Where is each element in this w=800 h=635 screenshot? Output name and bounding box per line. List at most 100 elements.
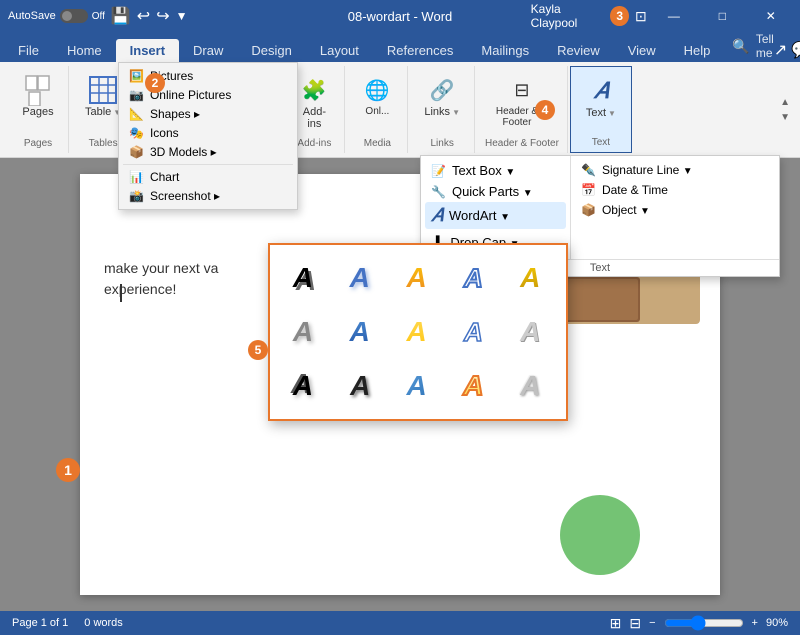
screenshot-item[interactable]: 📸 Screenshot ▸ — [123, 187, 293, 205]
text-group-label: Text — [592, 133, 610, 148]
title-bar-left: AutoSave Off 💾 ↩ ↪ ▼ — [8, 6, 269, 26]
chart-item[interactable]: 📊 Chart — [123, 168, 293, 186]
customize-btn[interactable]: ▼ — [176, 9, 188, 23]
header-footer-icon: ⊟ — [506, 74, 538, 106]
links-btn[interactable]: 🔗 Links ▼ — [418, 70, 466, 122]
badge-3: 3 — [610, 6, 628, 26]
links-label: Links — [424, 106, 450, 118]
3d-models-item[interactable]: 📦 3D Models ▸ — [123, 143, 293, 161]
ribbon-scroll-up[interactable]: ▲ — [780, 95, 790, 110]
layout-btn[interactable]: ⊡ — [635, 8, 647, 25]
links-items: 🔗 Links ▼ — [418, 70, 466, 134]
share-icon[interactable]: ↗ — [774, 40, 787, 60]
ribbon-group-links: 🔗 Links ▼ Links — [410, 66, 475, 153]
autosave-text: AutoSave — [8, 10, 56, 22]
wordart-style-12[interactable]: A — [335, 361, 385, 411]
tab-references[interactable]: References — [373, 39, 467, 62]
online-video-btn[interactable]: 🌐 Onl... — [355, 70, 399, 121]
page-info: Page 1 of 1 — [12, 617, 68, 629]
filename-label: 08-wordart - Word — [348, 9, 453, 24]
wordart-style-6[interactable]: A — [278, 307, 328, 357]
text-btn[interactable]: 𝐴 Text ▼ — [579, 71, 623, 123]
datetime-icon: 📅 — [581, 183, 596, 197]
wordart-style-2[interactable]: A — [335, 253, 385, 303]
close-btn[interactable]: ✕ — [750, 0, 792, 32]
wordart-grid: A A A A A A A A A A A A A A A — [278, 253, 558, 411]
wordart-item[interactable]: 𝐴 WordArt ▼ — [425, 202, 566, 229]
save-icon[interactable]: 💾 — [111, 6, 131, 26]
wordart-style-4[interactable]: A — [448, 253, 498, 303]
tab-insert[interactable]: Insert — [116, 39, 179, 62]
tab-home[interactable]: Home — [53, 39, 116, 62]
ribbon-scroll-down[interactable]: ▼ — [780, 110, 790, 125]
pages-label: Pages — [22, 106, 53, 118]
tab-draw[interactable]: Draw — [179, 39, 237, 62]
tabs-bar: File Home Insert Draw Design Layout Refe… — [0, 32, 800, 62]
badge-1: 1 — [56, 458, 80, 482]
pictures-icon: 🖼️ — [129, 69, 144, 83]
icons-label: Icons — [150, 126, 179, 140]
tab-help[interactable]: Help — [670, 39, 725, 62]
tab-review[interactable]: Review — [543, 39, 614, 62]
object-item[interactable]: 📦 Object ▼ — [575, 200, 775, 220]
wordart-style-11[interactable]: A — [278, 361, 328, 411]
tab-file[interactable]: File — [4, 39, 53, 62]
zoom-out-btn[interactable]: − — [649, 617, 655, 629]
online-pictures-icon: 📷 — [129, 88, 144, 102]
tab-mailings[interactable]: Mailings — [467, 39, 543, 62]
redo-btn[interactable]: ↪ — [156, 6, 169, 26]
wordart-style-3[interactable]: A — [392, 253, 442, 303]
links-icon: 🔗 — [426, 74, 458, 106]
header-footer-label: Header &Footer — [496, 106, 538, 128]
minimize-btn[interactable]: — — [653, 0, 695, 32]
username-label: Kayla Claypool — [531, 2, 605, 30]
datetime-item[interactable]: 📅 Date & Time — [575, 180, 775, 200]
view-print-icon[interactable]: ⊞ — [610, 615, 622, 632]
wordart-style-5[interactable]: A — [505, 253, 555, 303]
shapes-item[interactable]: 📐 Shapes ▸ — [123, 105, 293, 123]
pages-items: Pages — [16, 70, 60, 134]
wordart-gallery: A A A A A A A A A A A A A A A — [268, 243, 568, 421]
search-icon: 🔍 — [732, 38, 749, 55]
wordart-style-15[interactable]: A — [505, 361, 555, 411]
tab-view[interactable]: View — [614, 39, 670, 62]
textbox-item[interactable]: 📝 Text Box ▼ — [425, 160, 566, 181]
chart-icon: 📊 — [129, 170, 144, 184]
wordart-style-10[interactable]: A — [505, 307, 555, 357]
object-icon: 📦 — [581, 203, 596, 217]
tab-design[interactable]: Design — [237, 39, 305, 62]
badge-2: 2 — [145, 73, 165, 93]
wordart-style-8[interactable]: A — [392, 307, 442, 357]
zoom-level: 90% — [766, 617, 788, 629]
addins-label: Add- — [303, 106, 326, 118]
quickparts-item[interactable]: 🔧 Quick Parts ▼ — [425, 181, 566, 202]
view-web-icon[interactable]: ⊟ — [629, 615, 641, 632]
icons-item[interactable]: 🎭 Icons — [123, 124, 293, 142]
signature-item[interactable]: ✒️ Signature Line ▼ — [575, 160, 775, 180]
datetime-label: Date & Time — [602, 183, 668, 197]
text-icon: 𝐴 — [585, 75, 617, 107]
comments-icon[interactable]: 💬 — [791, 40, 800, 60]
zoom-in-btn[interactable]: + — [752, 617, 758, 629]
shapes-label: Shapes ▸ — [150, 107, 200, 121]
wordart-style-9[interactable]: A — [448, 307, 498, 357]
undo-btn[interactable]: ↩ — [137, 6, 150, 26]
chart-label: Chart — [150, 170, 179, 184]
wordart-style-1[interactable]: A — [278, 253, 328, 303]
wordart-style-7[interactable]: A — [335, 307, 385, 357]
ribbon-scroll-right[interactable]: ▲ ▼ — [778, 66, 792, 153]
addins-btn[interactable]: 🧩 Add- ins — [292, 70, 336, 134]
zoom-slider[interactable] — [664, 615, 744, 631]
wordart-style-14[interactable]: A — [448, 361, 498, 411]
wordart-style-13[interactable]: A — [392, 361, 442, 411]
media-items: 🌐 Onl... — [355, 70, 399, 134]
text-chevron: ▼ — [608, 109, 616, 118]
online-video-icon: 🌐 — [361, 74, 393, 106]
tell-me-label[interactable]: Tell me — [756, 32, 774, 60]
maximize-btn[interactable]: □ — [701, 0, 743, 32]
media-group-label: Media — [364, 134, 391, 149]
addins-items: 🧩 Add- ins — [292, 70, 336, 134]
autosave-toggle[interactable] — [60, 9, 88, 23]
pages-btn[interactable]: Pages — [16, 70, 60, 122]
tab-layout[interactable]: Layout — [306, 39, 373, 62]
